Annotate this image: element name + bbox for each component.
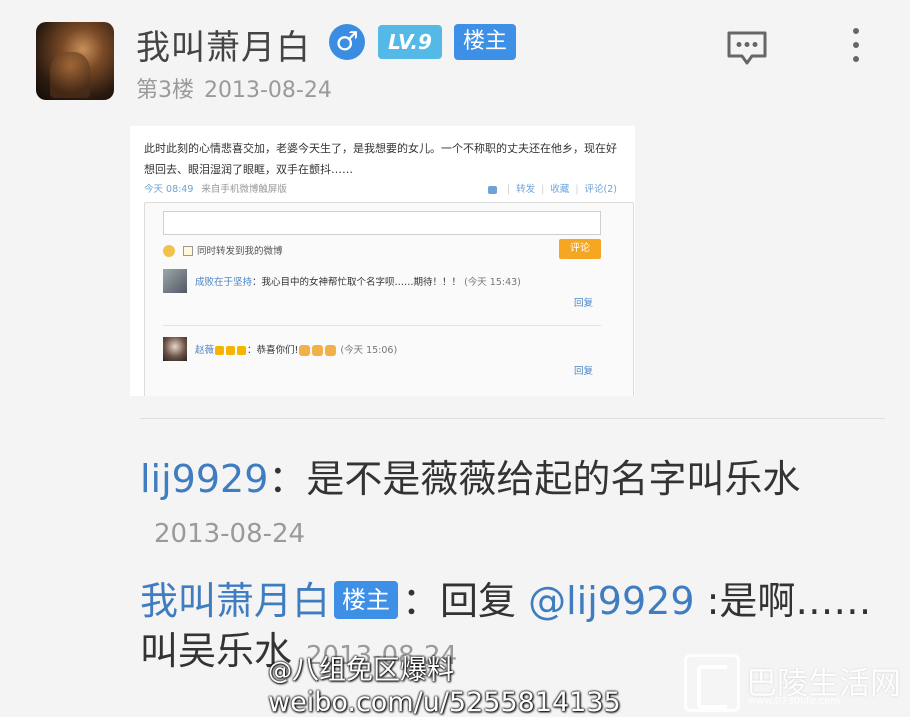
badge-icon [237, 346, 247, 355]
post-username[interactable]: 我叫萧月白 [136, 20, 311, 69]
male-icon: ♂ [329, 24, 365, 60]
comment-divider [163, 325, 601, 326]
owner-badge: 楼主 [334, 581, 399, 619]
reply-username[interactable]: 我叫萧月白 [140, 579, 330, 623]
floor-info: 第3楼 2013-08-24 [136, 72, 332, 104]
commenter-name[interactable]: 赵薇 [195, 345, 214, 356]
reply-item: lij9929：是不是薇薇给起的名字叫乐水2013-08-24 [140, 454, 885, 559]
reply-date: 2013-08-24 [154, 519, 306, 549]
forward-checkbox[interactable] [183, 246, 193, 256]
comment-icon[interactable] [726, 30, 768, 66]
weibo-comment-submit[interactable]: 评论 [559, 239, 601, 259]
comment-link[interactable]: 评论(2) [585, 184, 617, 195]
level-badge: LV.9 [378, 25, 442, 59]
reply-mention[interactable]: @lij9929 [528, 579, 694, 623]
comment-reply-link[interactable]: 回复 [574, 295, 593, 309]
owner-badge: 楼主 [454, 24, 516, 60]
reply-separator: ： [268, 457, 307, 501]
watermark-line1: 八组免区爆料 [292, 655, 454, 686]
comment-time: (今天 15:06) [340, 345, 398, 356]
badge-icon [226, 346, 236, 355]
thumbs-up-icon [312, 345, 324, 356]
comment-text: ：我心目中的女神帮忙取个名字呗……期待！！！ [252, 277, 462, 288]
comment-time: (今天 15:43) [464, 277, 521, 288]
reply-separator: ： [402, 579, 441, 623]
weibo-post-source: 来自手机微博触屏版 [201, 184, 287, 195]
reply-text: 是不是薇薇给起的名字叫乐水 [306, 457, 801, 501]
post-date: 2013-08-24 [204, 78, 332, 103]
floor-number: 第3楼 [136, 78, 194, 103]
weibo-post-meta: 今天 08:49 来自手机微博触屏版 [144, 181, 287, 195]
site-logo-icon [684, 654, 740, 712]
embedded-weibo-screenshot: 此时此刻的心情悲喜交加，老婆今天生了，是我想要的女儿。一个不称职的丈夫还在他乡，… [130, 126, 635, 396]
more-vertical-icon[interactable] [852, 28, 860, 68]
weibo-actions: | 转发 | 收藏 | 评论(2) [487, 181, 617, 195]
thumbs-up-icon [299, 345, 311, 356]
weibo-comment-box: 同时转发到我的微博 评论 成败在于坚持：我心目中的女神帮忙取个名字呗……期待！！… [144, 202, 634, 396]
forward-checkbox-label: 同时转发到我的微博 [197, 246, 283, 257]
reply-username[interactable]: lij9929 [140, 457, 268, 501]
commenter-avatar[interactable] [163, 269, 187, 293]
weibo-comment-row: 成败在于坚持：我心目中的女神帮忙取个名字呗……期待！！！ (今天 15:43) … [163, 269, 601, 321]
weibo-comment-input[interactable] [163, 211, 601, 235]
verified-icon [215, 346, 225, 355]
forward-link[interactable]: 转发 [516, 184, 535, 195]
commenter-avatar[interactable] [163, 337, 187, 361]
commenter-name[interactable]: 成败在于坚持 [195, 277, 252, 288]
site-logo: 巴陵生活网 www.0730life.com [676, 648, 910, 717]
like-icon[interactable] [487, 185, 497, 194]
weibo-logo-icon: @ [268, 657, 292, 685]
weibo-post-time: 今天 08:49 [144, 184, 194, 195]
user-avatar[interactable] [36, 22, 114, 100]
weibo-post-text: 此时此刻的心情悲喜交加，老婆今天生了，是我想要的女儿。一个不称职的丈夫还在他乡，… [144, 142, 617, 176]
reply-prefix: 回复 [440, 579, 529, 623]
post-header: 我叫萧月白 ♂ LV.9 楼主 第3楼 2013-08-24 [0, 0, 910, 115]
watermark-line2: weibo.com/u/5255814135 [268, 687, 621, 717]
comment-text: ：恭喜你们! [247, 345, 299, 356]
comment-reply-link[interactable]: 回复 [574, 363, 593, 377]
weibo-comment-row: 赵薇 ：恭喜你们! (今天 15:06) 回复 [163, 337, 601, 389]
favorite-link[interactable]: 收藏 [550, 184, 569, 195]
thumbs-up-icon [325, 345, 337, 356]
weibo-watermark: @八组免区爆料 weibo.com/u/5255814135 [268, 655, 621, 717]
section-divider [140, 418, 885, 419]
site-logo-url: www.0730life.com [748, 696, 841, 707]
emoji-icon[interactable] [163, 245, 175, 257]
